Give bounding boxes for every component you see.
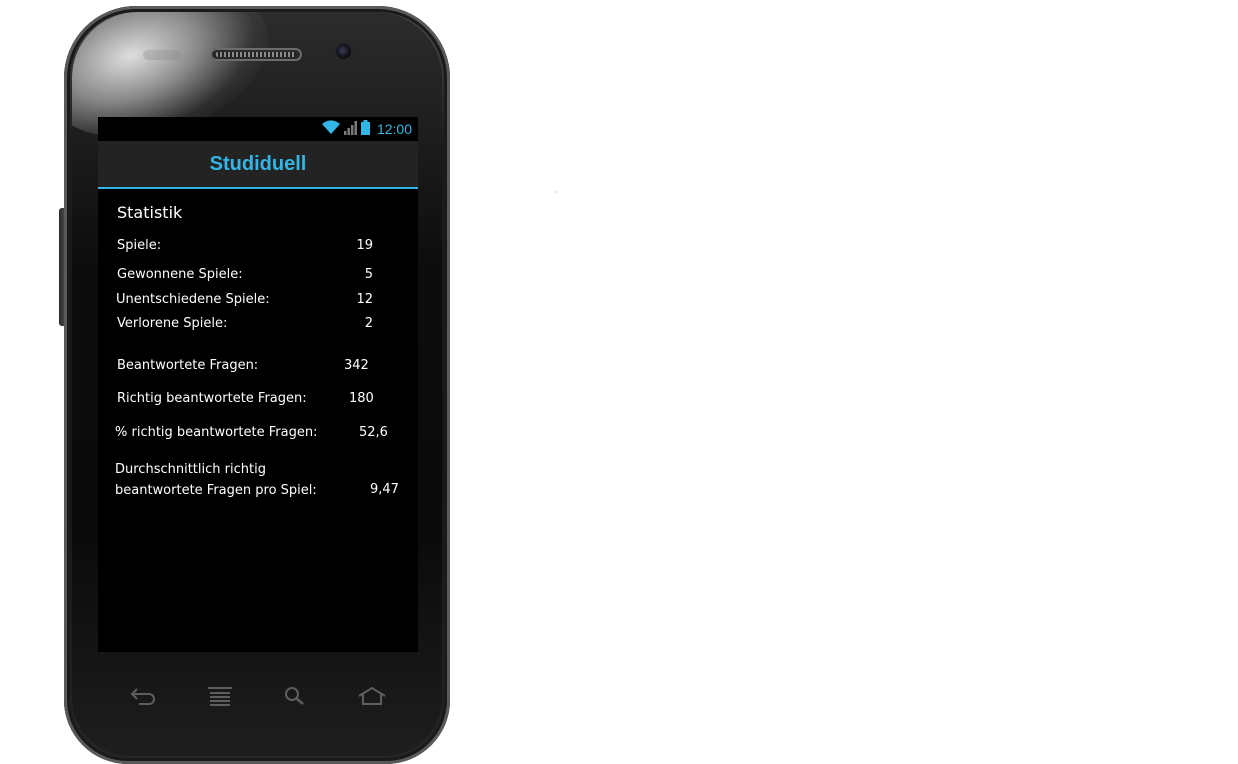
answered-questions-label: Beantwortete Fragen: [117,358,259,373]
games-value: 19 [356,238,373,253]
answered-questions-value: 342 [344,358,369,373]
average-correct-label-line1: Durchschnittlich richtig [115,462,266,477]
average-correct-label-line2: beantwortete Fragen pro Spiel: [115,483,317,498]
correct-questions-label: Richtig beantwortete Fragen: [117,391,307,406]
draw-games-label: Unentschiedene Spiele: [116,292,270,307]
signal-icon [343,120,358,139]
device-screen: 12:00 Studiduell Statistik Spiele: 19 Ge… [98,117,418,652]
back-icon[interactable] [126,682,160,710]
statistics-panel: Statistik Spiele: 19 Gewonnene Spiele: 5… [98,189,418,652]
earpiece-speaker [210,48,302,61]
games-label: Spiele: [117,238,162,253]
won-games-value: 5 [364,267,373,282]
home-icon[interactable] [355,682,389,710]
emulator-stage: 12:00 Studiduell Statistik Spiele: 19 Ge… [0,0,1238,764]
percent-correct-label: % richtig beantwortete Fragen: [115,425,318,440]
wifi-icon [321,119,341,139]
front-camera [336,44,351,59]
search-icon[interactable] [278,682,312,710]
average-correct-label: Durchschnittlich richtig beantwortete Fr… [115,459,317,501]
correct-questions-value: 180 [349,391,374,406]
battery-icon [360,119,370,139]
status-time: 12:00 [376,121,412,137]
action-bar: Studiduell [98,141,418,189]
statistics-heading: Statistik [117,203,183,222]
status-bar: 12:00 [98,117,418,141]
stray-pixel-mark: ◦ [554,188,559,197]
average-correct-value: 9,47 [370,482,399,497]
menu-icon[interactable] [203,682,237,710]
won-games-label: Gewonnene Spiele: [117,267,243,282]
proximity-sensor [143,50,181,60]
percent-correct-value: 52,6 [359,425,388,440]
lost-games-label: Verlorene Spiele: [117,316,228,331]
app-title: Studiduell [209,152,307,175]
lost-games-value: 2 [364,316,373,331]
draw-games-value: 12 [356,292,373,307]
